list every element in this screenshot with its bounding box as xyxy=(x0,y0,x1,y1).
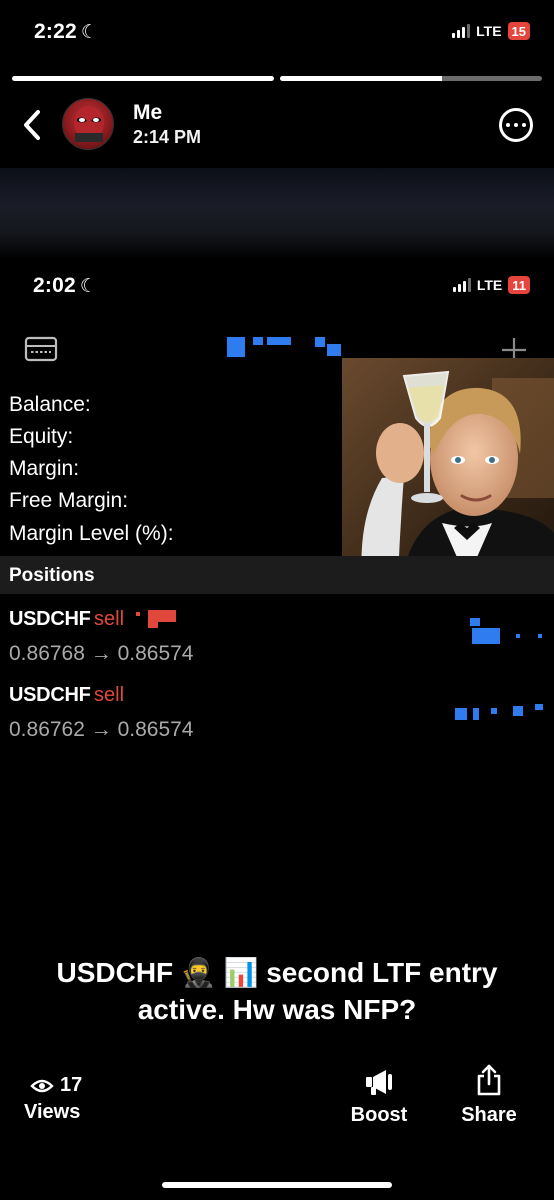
positions-header: Positions xyxy=(0,556,554,594)
redacted-mark xyxy=(148,620,158,628)
position-side: sell xyxy=(94,684,125,706)
position-symbol: USDCHF xyxy=(9,684,91,706)
megaphone-icon xyxy=(366,1070,392,1095)
positions-title: Positions xyxy=(9,565,95,586)
signal-icon xyxy=(452,24,471,38)
celebration-toast-image xyxy=(342,358,554,580)
moon-icon: ☾ xyxy=(80,22,99,43)
embedded-status-indicators: LTE 11 xyxy=(452,276,530,294)
redacted-title xyxy=(227,334,347,358)
margin-label: Margin: xyxy=(9,457,80,480)
views-count: 17 xyxy=(60,1074,83,1096)
boost-button[interactable]: Boost xyxy=(340,1068,418,1134)
views-button[interactable]: 17 Views xyxy=(24,1074,114,1134)
margin-level-label: Margin Level (%): xyxy=(9,522,174,545)
battery-icon: 11 xyxy=(508,276,530,294)
network-label: LTE xyxy=(476,277,503,293)
position-row[interactable]: USDCHF sell 0.86768 → 0.86574 xyxy=(0,602,554,672)
equity-label: Equity: xyxy=(9,425,74,448)
embedded-status-time: 2:02 ☾ xyxy=(33,274,98,297)
position-prices: 0.86768 → 0.86574 xyxy=(9,642,194,665)
status-indicators: LTE 15 xyxy=(452,22,530,40)
story-progress-2 xyxy=(280,76,542,81)
battery-icon: 15 xyxy=(507,22,530,40)
more-options-button[interactable] xyxy=(499,108,533,142)
free-margin-label: Free Margin: xyxy=(9,489,129,512)
redacted-mark xyxy=(136,612,140,616)
share-button[interactable]: Share xyxy=(452,1064,526,1134)
network-label: LTE xyxy=(476,23,502,39)
dot-icon xyxy=(522,123,526,127)
story-time: 2:14 PM xyxy=(133,127,202,147)
story-caption: USDCHF 🥷 📊 second LTF entry active. Hw w… xyxy=(10,955,544,1029)
position-prices: 0.86762 → 0.86574 xyxy=(9,718,194,741)
position-row[interactable]: USDCHF sell 0.86762 → 0.86574 xyxy=(0,678,554,748)
home-indicator[interactable] xyxy=(162,1182,392,1188)
caption-line-1: USDCHF 🥷 📊 second LTF entry xyxy=(56,957,498,988)
back-button[interactable] xyxy=(18,106,48,144)
redacted-profit xyxy=(470,618,550,648)
balance-label: Balance: xyxy=(9,393,91,416)
avatar[interactable] xyxy=(62,98,114,150)
signal-icon xyxy=(452,278,471,292)
share-label: Share xyxy=(461,1104,517,1126)
story-author: Me xyxy=(133,101,163,124)
position-side: sell xyxy=(94,608,125,630)
views-label: Views xyxy=(24,1101,81,1123)
moon-icon: ☾ xyxy=(79,276,98,297)
eye-icon xyxy=(30,1079,54,1092)
story-progress-1 xyxy=(12,76,274,81)
chevron-left-icon xyxy=(24,110,40,140)
position-symbol: USDCHF xyxy=(9,608,91,630)
share-icon xyxy=(477,1064,501,1096)
status-time: 2:22 ☾ xyxy=(34,20,99,43)
dot-icon xyxy=(506,123,510,127)
caption-line-2: active. Hw was NFP? xyxy=(137,993,417,1025)
embedded-screenshot-body: 2:02 ☾ LTE 11 Balance: Equity: Margin: Fr… xyxy=(0,258,554,778)
dot-icon xyxy=(514,123,518,127)
card-icon xyxy=(24,336,58,367)
status-bar: 2:22 ☾ LTE 15 xyxy=(0,0,554,66)
boost-label: Boost xyxy=(350,1104,408,1126)
embedded-screenshot xyxy=(0,168,554,260)
redacted-profit xyxy=(455,700,550,724)
